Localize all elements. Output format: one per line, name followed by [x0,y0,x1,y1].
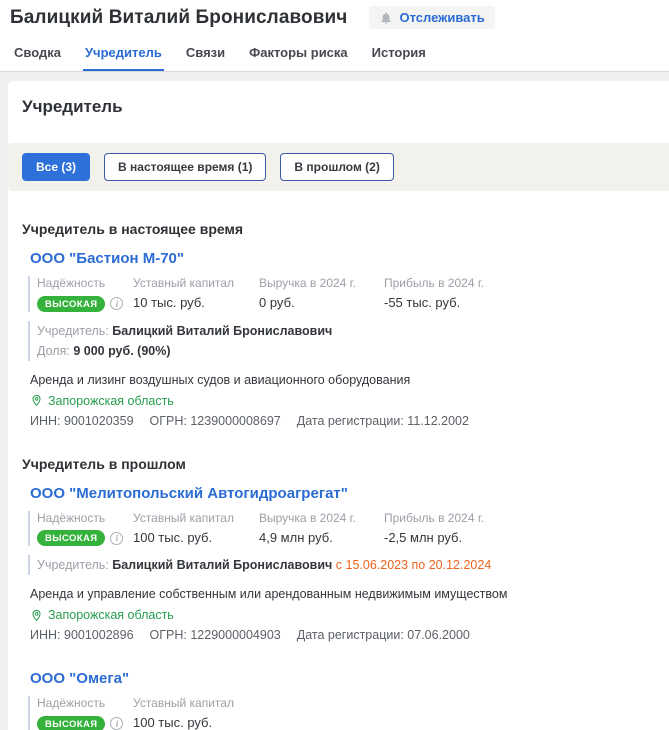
stat-label: Выручка в 2024 г. [259,511,374,525]
reg-date-label: Дата регистрации: [297,414,404,428]
reliability-badge: ВЫСОКАЯ [37,530,105,546]
ogrn-value: 1229000004903 [190,628,280,642]
founder-block: Учредитель: Балицкий Виталий Брониславов… [28,555,655,575]
company-requisites: ИНН: 9001002896 ОГРН: 1229000004903 Дата… [30,626,655,644]
founder-label: Учредитель: [37,324,109,338]
tab-svyazi[interactable]: Связи [184,41,227,71]
company-card: ООО "Бастион М-70" Надёжность ВЫСОКАЯ i У… [30,250,655,430]
page-gap [0,72,669,81]
company-activity: Аренда и лизинг воздушных судов и авиаци… [30,371,655,389]
content-card: Учредитель Все (3) В настоящее время (1)… [8,81,669,730]
filter-bar: Все (3) В настоящее время (1) В прошлом … [8,143,669,191]
stat-value: -55 тыс. руб. [384,295,484,310]
company-link[interactable]: ООО "Бастион М-70" [30,250,184,267]
company-link[interactable]: ООО "Омега" [30,670,129,687]
share-label: Доля: [37,344,70,358]
region-name: Запорожская область [48,394,174,408]
track-button-label: Отслеживать [399,10,484,25]
stat-value: 100 тыс. руб. [133,715,249,730]
company-stats: Надёжность ВЫСОКАЯ i Уставный капитал 10 … [28,276,655,312]
filter-all-button[interactable]: Все (3) [22,153,90,181]
tab-istoriya[interactable]: История [370,41,428,71]
company-activity: Аренда и управление собственным или арен… [30,585,655,603]
stat-label: Надёжность [37,511,123,525]
company-region[interactable]: Запорожская область [30,608,655,622]
stat-label: Выручка в 2024 г. [259,276,374,290]
top-header: Балицкий Виталий Брониславович Отслежива… [0,0,669,71]
stat-label: Прибыль в 2024 г. [384,511,484,525]
ogrn-label: ОГРН: [150,414,187,428]
reg-date-label: Дата регистрации: [297,628,404,642]
company-stats: Надёжность ВЫСОКАЯ i Уставный капитал 100… [28,696,655,730]
track-button[interactable]: Отслеживать [369,6,494,29]
ogrn-label: ОГРН: [150,628,187,642]
founder-name: Балицкий Виталий Брониславович [112,324,332,338]
section-title: Учредитель [22,97,655,117]
location-pin-icon [30,394,43,407]
bell-icon [379,11,393,25]
stat-value: 10 тыс. руб. [133,295,249,310]
founder-period: с 15.06.2023 по 20.12.2024 [336,558,492,572]
inn-value: 9001020359 [64,414,134,428]
filter-past-button[interactable]: В прошлом (2) [280,153,393,181]
founder-label: Учредитель: [37,558,109,572]
section-heading-past: Учредитель в прошлом [22,456,655,472]
stat-value: 100 тыс. руб. [133,530,249,545]
reg-date-value: 07.06.2000 [407,628,470,642]
stat-label: Уставный капитал [133,511,249,525]
stat-label: Прибыль в 2024 г. [384,276,484,290]
stat-label: Уставный капитал [133,276,249,290]
inn-label: ИНН: [30,628,61,642]
company-card: ООО "Омега" Надёжность ВЫСОКАЯ i Уставный… [30,670,655,730]
info-icon[interactable]: i [110,717,123,730]
company-stats: Надёжность ВЫСОКАЯ i Уставный капитал 100… [28,511,655,547]
company-requisites: ИНН: 9001020359 ОГРН: 1239000008697 Дата… [30,412,655,430]
ogrn-value: 1239000008697 [190,414,280,428]
company-card: ООО "Мелитопольский Автогидроагрегат" На… [30,485,655,645]
stat-value: 4,9 млн руб. [259,530,374,545]
location-pin-icon [30,609,43,622]
tab-uchreditel[interactable]: Учредитель [83,41,164,71]
tab-faktory-riska[interactable]: Факторы риска [247,41,350,71]
reliability-badge: ВЫСОКАЯ [37,296,105,312]
section-heading-current: Учредитель в настоящее время [22,221,655,237]
share-value: 9 000 руб. (90%) [73,344,170,358]
info-icon[interactable]: i [110,532,123,545]
inn-label: ИНН: [30,414,61,428]
founder-block: Учредитель: Балицкий Виталий Брониславов… [28,321,655,361]
filter-current-button[interactable]: В настоящее время (1) [104,153,266,181]
tab-bar: Сводка Учредитель Связи Факторы риска Ис… [10,41,659,71]
company-link[interactable]: ООО "Мелитопольский Автогидроагрегат" [30,485,348,502]
reliability-badge: ВЫСОКАЯ [37,716,105,730]
company-region[interactable]: Запорожская область [30,394,655,408]
tab-svodka[interactable]: Сводка [12,41,63,71]
inn-value: 9001002896 [64,628,134,642]
page-title: Балицкий Виталий Брониславович [10,7,347,29]
reg-date-value: 11.12.2002 [407,414,469,428]
info-icon[interactable]: i [110,297,123,310]
stat-value: -2,5 млн руб. [384,530,484,545]
founder-name: Балицкий Виталий Брониславович [112,558,332,572]
stat-value: 0 руб. [259,295,374,310]
region-name: Запорожская область [48,608,174,622]
stat-label: Надёжность [37,696,123,710]
stat-label: Уставный капитал [133,696,249,710]
stat-label: Надёжность [37,276,123,290]
